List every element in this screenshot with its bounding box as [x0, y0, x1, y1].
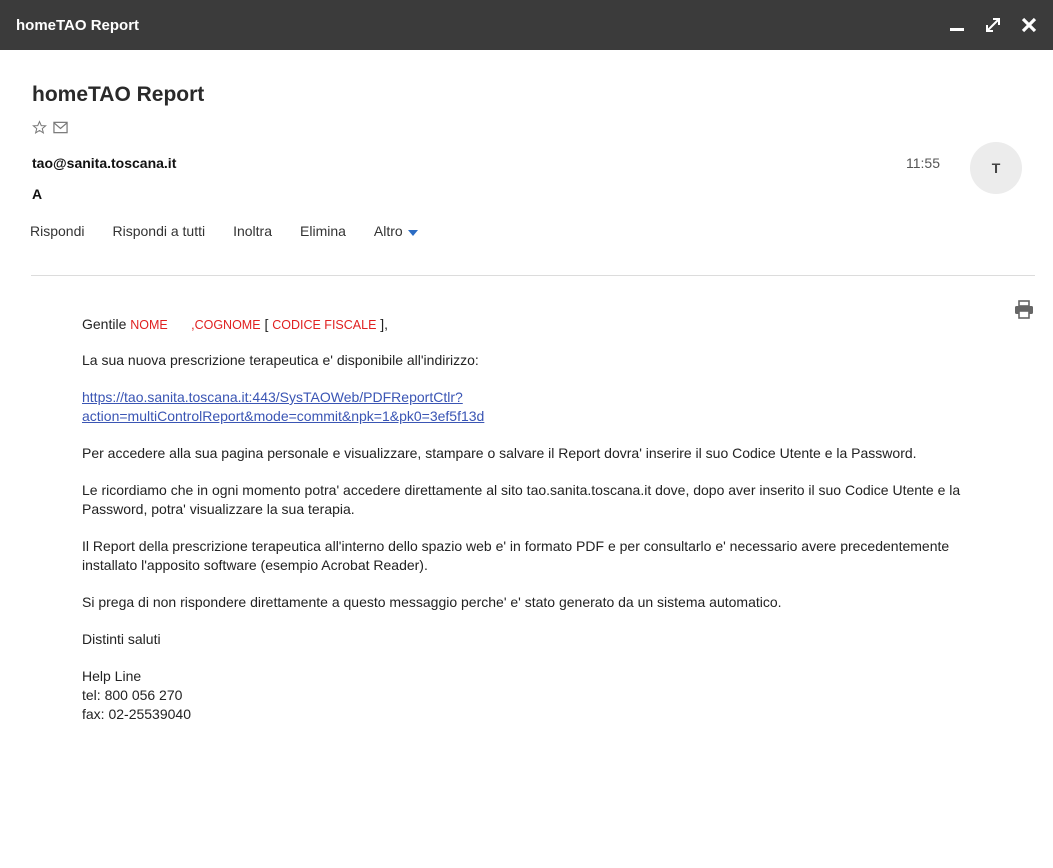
more-button[interactable]: Altro	[374, 223, 418, 239]
close-icon[interactable]	[1019, 15, 1039, 35]
minimize-icon[interactable]	[947, 15, 967, 35]
avatar[interactable]: T	[970, 142, 1022, 194]
placeholder-cognome: ,COGNOME	[191, 318, 261, 332]
paragraph-reminder: Le ricordiamo che in ogni momento potra'…	[82, 482, 961, 517]
message-subject: homeTAO Report	[32, 83, 205, 106]
header-divider	[31, 275, 1035, 276]
star-icon[interactable]	[32, 120, 47, 135]
print-icon[interactable]	[1014, 300, 1034, 324]
placeholder-nome: NOME	[130, 318, 168, 332]
paragraph-pdf: Il Report della prescrizione terapeutica…	[82, 538, 950, 573]
message-body: Gentile NOME ,COGNOME [ CODICE FISCALE ]…	[82, 315, 1002, 724]
greeting: Gentile NOME ,COGNOME [ CODICE FISCALE ]…	[82, 315, 1002, 335]
window-titlebar: homeTAO Report	[0, 0, 1053, 50]
recipient: A	[32, 186, 43, 202]
more-label: Altro	[373, 223, 403, 239]
signature-tel: tel: 800 056 270	[82, 687, 183, 703]
sender-address[interactable]: tao@sanita.toscana.it	[32, 155, 176, 171]
reply-button[interactable]: Rispondi	[30, 223, 84, 239]
message-time: 11:55	[906, 155, 940, 171]
signature-name: Help Line	[82, 668, 142, 684]
signature-fax: fax: 02-25539040	[82, 706, 191, 722]
paragraph-intro: La sua nuova prescrizione terapeutica e'…	[82, 352, 479, 368]
bracket-open: [	[264, 316, 269, 332]
greeting-prefix: Gentile	[82, 316, 127, 332]
paragraph-noreply: Si prega di non rispondere direttamente …	[82, 594, 782, 610]
delete-button[interactable]: Elimina	[300, 223, 346, 239]
placeholder-codice-fiscale: CODICE FISCALE	[272, 318, 377, 332]
window-controls	[947, 15, 1053, 35]
report-link-line2[interactable]: action=multiControlReport&mode=commit&np…	[82, 408, 484, 424]
bracket-close: ],	[380, 316, 389, 332]
paragraph-access: Per accedere alla sua pagina personale e…	[82, 445, 917, 461]
envelope-icon[interactable]	[53, 121, 68, 134]
report-link-line1[interactable]: https://tao.sanita.toscana.it:443/SysTAO…	[82, 389, 463, 405]
expand-icon[interactable]	[983, 15, 1003, 35]
window-title: homeTAO Report	[16, 16, 140, 34]
report-link[interactable]: https://tao.sanita.toscana.it:443/SysTAO…	[82, 388, 1002, 426]
forward-button[interactable]: Inoltra	[233, 223, 272, 239]
chevron-down-icon	[407, 223, 418, 239]
message-actions: Rispondi Rispondi a tutti Inoltra Elimin…	[30, 223, 446, 239]
reply-all-button[interactable]: Rispondi a tutti	[112, 223, 205, 239]
message-flags	[32, 120, 68, 135]
closing: Distinti saluti	[82, 631, 161, 647]
